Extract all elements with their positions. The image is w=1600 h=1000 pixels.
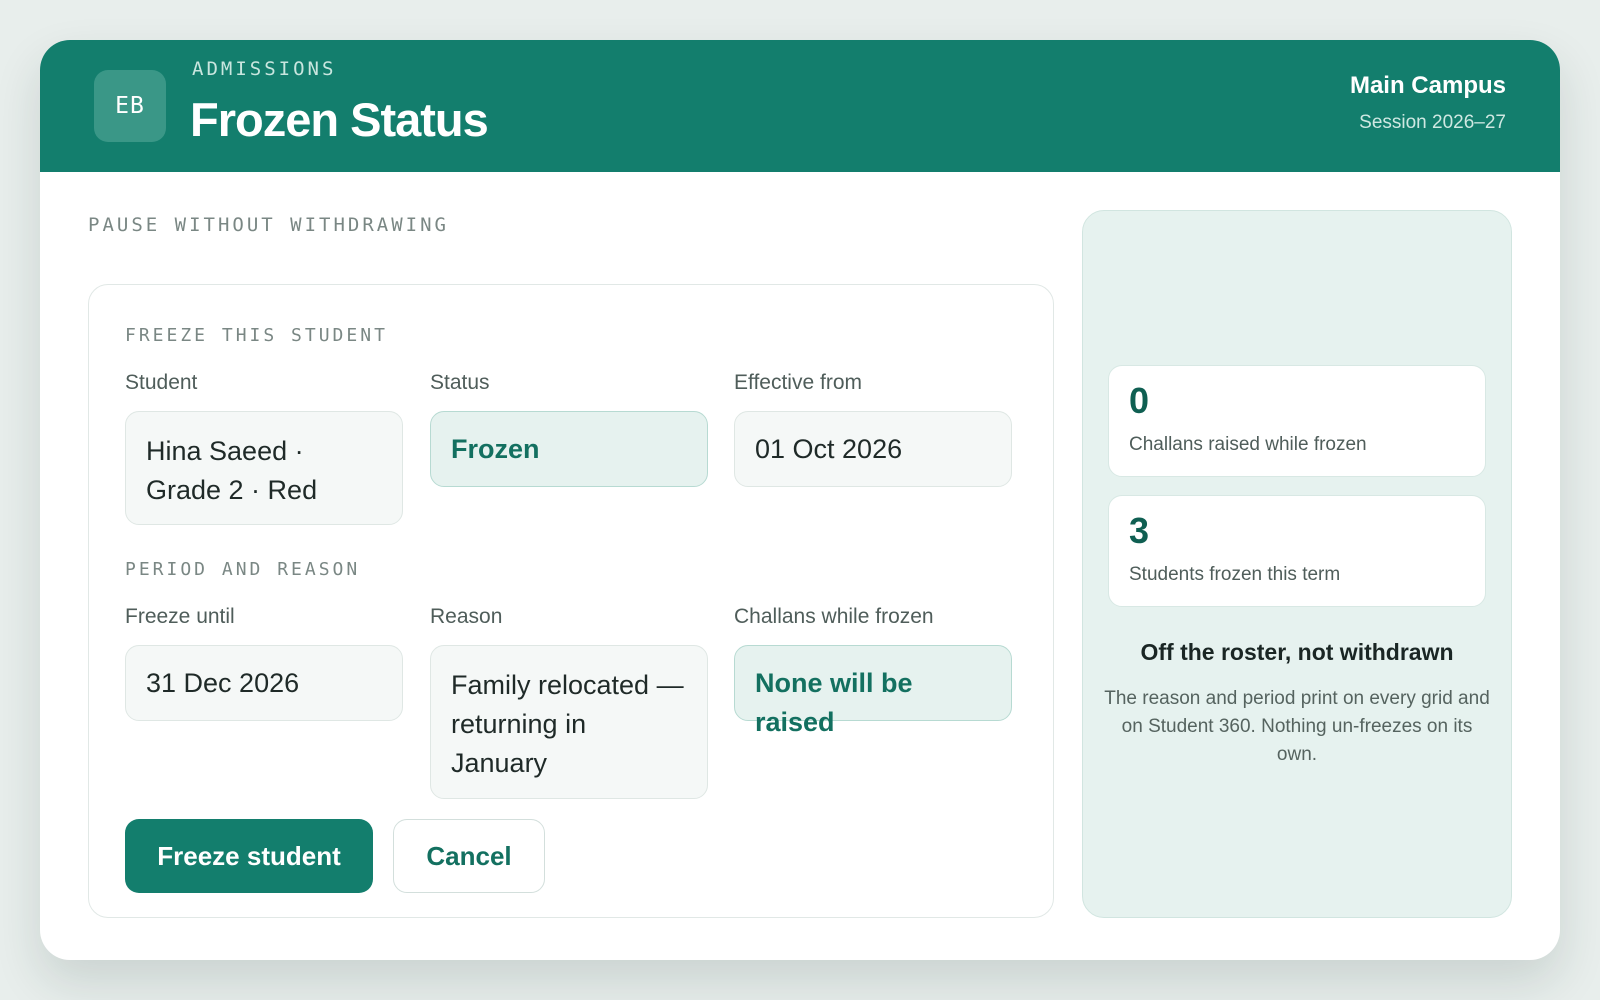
group-eyebrow-freeze: FREEZE THIS STUDENT (125, 325, 388, 346)
stat-value: 0 (1129, 380, 1150, 421)
freeze-form: FREEZE THIS STUDENT Student Hina Saeed ·… (88, 284, 1054, 918)
group-eyebrow-period: PERIOD AND REASON (125, 559, 361, 580)
stat-label: Challans raised while frozen (1129, 434, 1367, 455)
freeze-until-label: Freeze until (125, 605, 235, 628)
student-label: Student (125, 371, 198, 394)
summary-body: The reason and period print on every gri… (1104, 688, 1490, 765)
effective-from-label: Effective from (734, 371, 862, 394)
header-eyebrow: ADMISSIONS (192, 58, 337, 80)
session-label: Session 2026–27 (1359, 112, 1506, 133)
student-field[interactable]: Hina Saeed · Grade 2 · Red (125, 411, 403, 525)
summary-panel: 0 Challans raised while frozen 3 Student… (1082, 210, 1512, 918)
stat-label: Students frozen this term (1129, 564, 1341, 585)
section-eyebrow: PAUSE WITHOUT WITHDRAWING (88, 214, 449, 236)
frozen-status-card: EB ADMISSIONS Frozen Status Main Campus … (40, 40, 1560, 960)
stat-value: 3 (1129, 510, 1150, 551)
status-field[interactable]: Frozen (430, 411, 708, 487)
campus-name: Main Campus (1349, 72, 1506, 99)
challans-field[interactable]: None will be raised (734, 645, 1012, 737)
stat-card-frozen: 3 Students frozen this term (1108, 495, 1486, 607)
avatar: EB (94, 70, 166, 142)
reason-field[interactable]: Family relocated — returning in January (430, 645, 708, 799)
reason-label: Reason (430, 605, 503, 628)
stat-card-challans: 0 Challans raised while frozen (1108, 365, 1486, 477)
freeze-student-button[interactable]: Freeze student (125, 819, 373, 893)
header-bar: EB ADMISSIONS Frozen Status Main Campus … (40, 40, 1560, 172)
summary-title: Off the roster, not withdrawn (1140, 639, 1454, 665)
effective-from-field[interactable]: 01 Oct 2026 (734, 411, 1012, 487)
challans-label: Challans while frozen (734, 605, 934, 628)
page-title: Frozen Status (190, 93, 489, 146)
freeze-until-field[interactable]: 31 Dec 2026 (125, 645, 403, 721)
status-label: Status (430, 371, 490, 394)
cancel-button[interactable]: Cancel (393, 819, 545, 893)
